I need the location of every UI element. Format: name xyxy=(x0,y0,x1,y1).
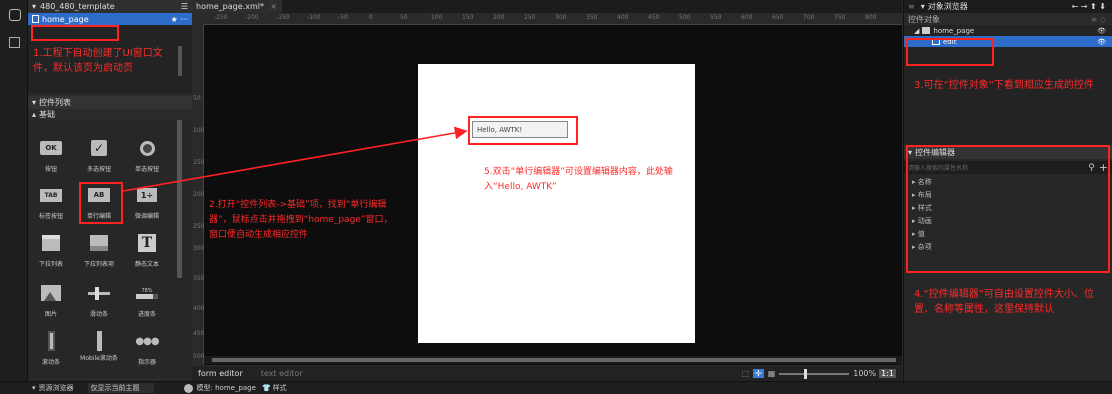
eye-icon[interactable]: 👁 xyxy=(1097,27,1106,35)
zoom-reset-button[interactable]: 1:1 xyxy=(879,369,896,378)
text-editor-tab[interactable]: text editor xyxy=(261,369,303,378)
snap-icon[interactable]: ✛ xyxy=(752,369,764,378)
highlight-object-tree xyxy=(906,38,994,66)
align-icon[interactable]: ⬚ xyxy=(741,369,749,378)
object-browser-subtitle: 控件对象 xyxy=(908,14,940,24)
zoom-level: 100% xyxy=(853,369,877,378)
tree-root-label: home_page xyxy=(933,26,975,35)
visibility-header-icon: ≡ ◇ xyxy=(1090,14,1106,24)
panel-icon: ≡ xyxy=(908,2,915,11)
editor-mode-bar: form editor text editor ⬚ ✛ ▦ 100% 1:1 xyxy=(192,366,902,381)
zoom-slider[interactable] xyxy=(779,368,850,379)
annotation-3: 3.可在“控件对象”下看到相应生成的控件 xyxy=(914,80,1094,91)
window-icon xyxy=(922,27,931,34)
nav-arrows-icon[interactable]: ← → ⬆ ⬇ xyxy=(1072,2,1106,11)
grid-icon[interactable]: ▦ xyxy=(768,369,776,378)
object-browser-title: 对象浏览器 xyxy=(927,2,968,11)
tree-item-home-page[interactable]: ◢ home_page 👁 xyxy=(904,25,1112,36)
eye-icon[interactable]: 👁 xyxy=(1097,38,1106,46)
form-editor-tab[interactable]: form editor xyxy=(198,369,243,378)
horizontal-scrollbar[interactable] xyxy=(204,356,902,364)
object-browser-panel: ≡ ▾ 对象浏览器 ← → ⬆ ⬇ 控件对象 ≡ ◇ ◢ home_page 👁 edit 👁 xyxy=(903,0,1112,145)
highlight-property-editor xyxy=(906,145,1110,273)
annotation-4: 4.“控件编辑器”可自由设置控件大小、位置、名称等属性，这里保持默认 xyxy=(914,289,1094,315)
